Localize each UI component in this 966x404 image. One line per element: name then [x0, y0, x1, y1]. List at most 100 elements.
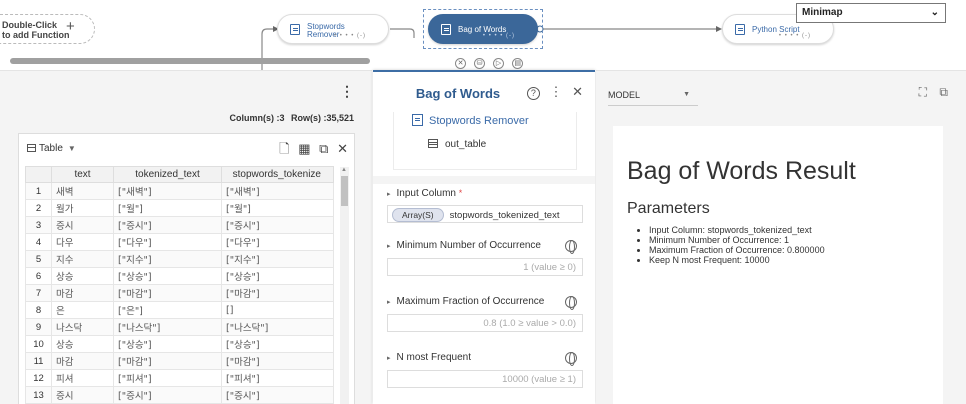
cell-text: 상승	[51, 335, 114, 353]
input-column-label: Input Column	[396, 188, 456, 199]
input-function-link[interactable]: Stopwords Remover	[412, 114, 529, 127]
table-row[interactable]: 6 상승 ["상승"] ["상승"]	[25, 267, 334, 285]
cell-text: 마감	[51, 284, 114, 302]
table-header-row: text tokenized_text stopwords_tokenize	[25, 166, 334, 183]
column-header-text[interactable]: text	[51, 166, 114, 183]
table-row[interactable]: 1 새벽 ["새벽"] ["새벽"]	[25, 182, 334, 200]
result-type-value: MODEL	[608, 90, 641, 100]
output-table-link[interactable]: out_table	[428, 139, 486, 150]
n-most-field[interactable]: 10000 (value ≥ 1)	[387, 370, 583, 388]
data-table: text tokenized_text stopwords_tokenize 1…	[25, 166, 334, 404]
more-menu-icon[interactable]: ⋮	[340, 83, 354, 100]
table-icon	[428, 139, 438, 148]
table-row[interactable]: 10 상승 ["상승"] ["상승"]	[25, 335, 334, 353]
cell-text: 새벽	[51, 182, 114, 200]
min-occurrence-field[interactable]: 1 (value ≥ 0)	[387, 258, 583, 276]
open-new-window-icon[interactable]: ⧉	[939, 85, 948, 99]
cell-tokenized-text: ["지수"]	[113, 250, 222, 268]
param-label: ▸ N most Frequent	[387, 352, 583, 363]
table-row[interactable]: 9 나스닥 ["나스닥"] ["나스닥"]	[25, 318, 334, 336]
add-function-area[interactable]: Double-Click to add Function +	[0, 14, 95, 44]
close-icon[interactable]: ✕	[337, 141, 348, 157]
table-row[interactable]: 12 피셔 ["피셔"] ["피셔"]	[25, 369, 334, 387]
help-icon[interactable]: ?	[526, 87, 540, 100]
param-input-column: ▸ Input Column * Array(S) stopwords_tokeni…	[387, 188, 583, 223]
panel-title: Bag of Words	[415, 86, 501, 101]
table-scrollbar[interactable]: ▲	[340, 167, 349, 404]
table-view: Table ▼ 🗋 ▦ ⧉ ✕ text tokenized_text stopw…	[18, 133, 355, 404]
cell-stopwords-tokenized: ["지수"]	[221, 250, 334, 268]
canvas-scrollbar[interactable]	[10, 58, 370, 64]
copy-icon[interactable]: ⧉	[319, 141, 328, 157]
function-icon	[290, 24, 300, 35]
table-row[interactable]: 5 지수 ["지수"] ["지수"]	[25, 250, 334, 268]
table-icon[interactable]: ▤	[512, 58, 524, 69]
table-row[interactable]: 2 월가 ["월"] ["월"]	[25, 199, 334, 217]
cell-text: 월가	[51, 199, 114, 217]
table-row[interactable]: 11 마감 ["마감"] ["마감"]	[25, 352, 334, 370]
node-bag-of-words[interactable]: Bag of Words • • • • (-)	[428, 14, 538, 44]
globe-icon[interactable]	[565, 296, 577, 310]
table-row[interactable]: 4 다우 ["다우"] ["다우"]	[25, 233, 334, 251]
more-menu-icon[interactable]: ⋮	[549, 84, 562, 99]
globe-icon[interactable]	[565, 352, 577, 366]
column-stats-icon[interactable]: ▦	[298, 141, 310, 157]
cell-tokenized-text: ["상승"]	[113, 267, 222, 285]
scrollbar-thumb[interactable]	[341, 176, 348, 206]
expand-arrow-icon[interactable]: ▸	[387, 299, 391, 306]
row-index: 5	[25, 250, 52, 268]
run-icon[interactable]: ▷	[493, 58, 505, 69]
delete-node-icon[interactable]: ✕	[455, 58, 466, 69]
workflow-canvas[interactable]: Double-Click to add Function + Stopwords…	[0, 0, 966, 70]
minimap-label: Minimap	[802, 7, 843, 18]
column-header-stopwords-tokenized[interactable]: stopwords_tokenize	[221, 166, 334, 183]
plus-icon[interactable]: +	[66, 19, 75, 34]
node-status: • • • • (-)	[778, 33, 811, 39]
expand-icon[interactable]: ⛶	[919, 85, 927, 99]
scroll-up-icon[interactable]: ▲	[341, 167, 347, 173]
minimap-select[interactable]: Minimap ⌄	[796, 3, 946, 23]
cell-tokenized-text: ["마감"]	[113, 352, 222, 370]
expand-arrow-icon[interactable]: ▸	[387, 243, 391, 250]
edit-icon	[735, 24, 745, 35]
input-column-field[interactable]: Array(S) stopwords_tokenized_text	[387, 205, 583, 223]
table-view-header: Table ▼ 🗋 ▦ ⧉ ✕	[19, 134, 354, 162]
cell-text: 피셔	[51, 369, 114, 387]
max-fraction-field[interactable]: 0.8 (1.0 ≥ value > 0.0)	[387, 314, 583, 332]
param-max-fraction: ▸ Maximum Fraction of Occurrence 0.8 (1.0…	[387, 296, 583, 332]
cell-text: 증시	[51, 216, 114, 234]
row-index: 13	[25, 386, 52, 404]
result-type-select[interactable]: MODEL ▼	[608, 88, 698, 106]
table-row[interactable]: 7 마감 ["마감"] ["마감"]	[25, 284, 334, 302]
globe-icon[interactable]	[565, 240, 577, 254]
cell-stopwords-tokenized: ["다우"]	[221, 233, 334, 251]
column-header-tokenized-text[interactable]: tokenized_text	[113, 166, 222, 183]
table-summary: Column(s) :3 Row(s) :35,521	[225, 113, 354, 123]
view-type-select[interactable]: Table ▼	[27, 143, 76, 154]
row-count: Row(s) :35,521	[290, 113, 354, 123]
cell-tokenized-text: ["상승"]	[113, 335, 222, 353]
expand-arrow-icon[interactable]: ▸	[387, 191, 391, 198]
node-stopwords-remover[interactable]: Stopwords Remover • • • • (-)	[277, 14, 389, 44]
param-label: ▸ Maximum Fraction of Occurrence	[387, 296, 583, 307]
cell-stopwords-tokenized: ["월"]	[221, 199, 334, 217]
data-panel: ⋮ Column(s) :3 Row(s) :35,521 Table ▼ 🗋 ▦…	[0, 70, 372, 404]
column-header-index	[25, 166, 52, 183]
n-most-label: N most Frequent	[396, 352, 471, 363]
expand-arrow-icon[interactable]: ▸	[387, 355, 391, 362]
cell-tokenized-text: ["나스닥"]	[113, 318, 222, 336]
table-row[interactable]: 8 은 ["은"][]	[25, 301, 334, 319]
close-icon[interactable]: ✕	[572, 84, 583, 99]
result-panel: MODEL ▼ ⛶ ⧉ Bag of Words Result Paramete…	[596, 70, 966, 404]
table-row[interactable]: 13 증시 ["증시"] ["증시"]	[25, 386, 334, 404]
cell-stopwords-tokenized: ["새벽"]	[221, 182, 334, 200]
database-icon[interactable]: ⛁	[474, 58, 486, 69]
required-marker: *	[458, 188, 463, 198]
section-divider	[373, 176, 595, 184]
list-item: Keep N most Frequent: 10000	[649, 255, 825, 265]
panel-actions: ? ⋮ ✕	[521, 84, 583, 100]
table-row[interactable]: 3 증시 ["증시"] ["증시"]	[25, 216, 334, 234]
row-index: 3	[25, 216, 52, 234]
result-title: Bag of Words Result	[627, 157, 856, 185]
export-icon[interactable]: 🗋	[279, 140, 289, 162]
